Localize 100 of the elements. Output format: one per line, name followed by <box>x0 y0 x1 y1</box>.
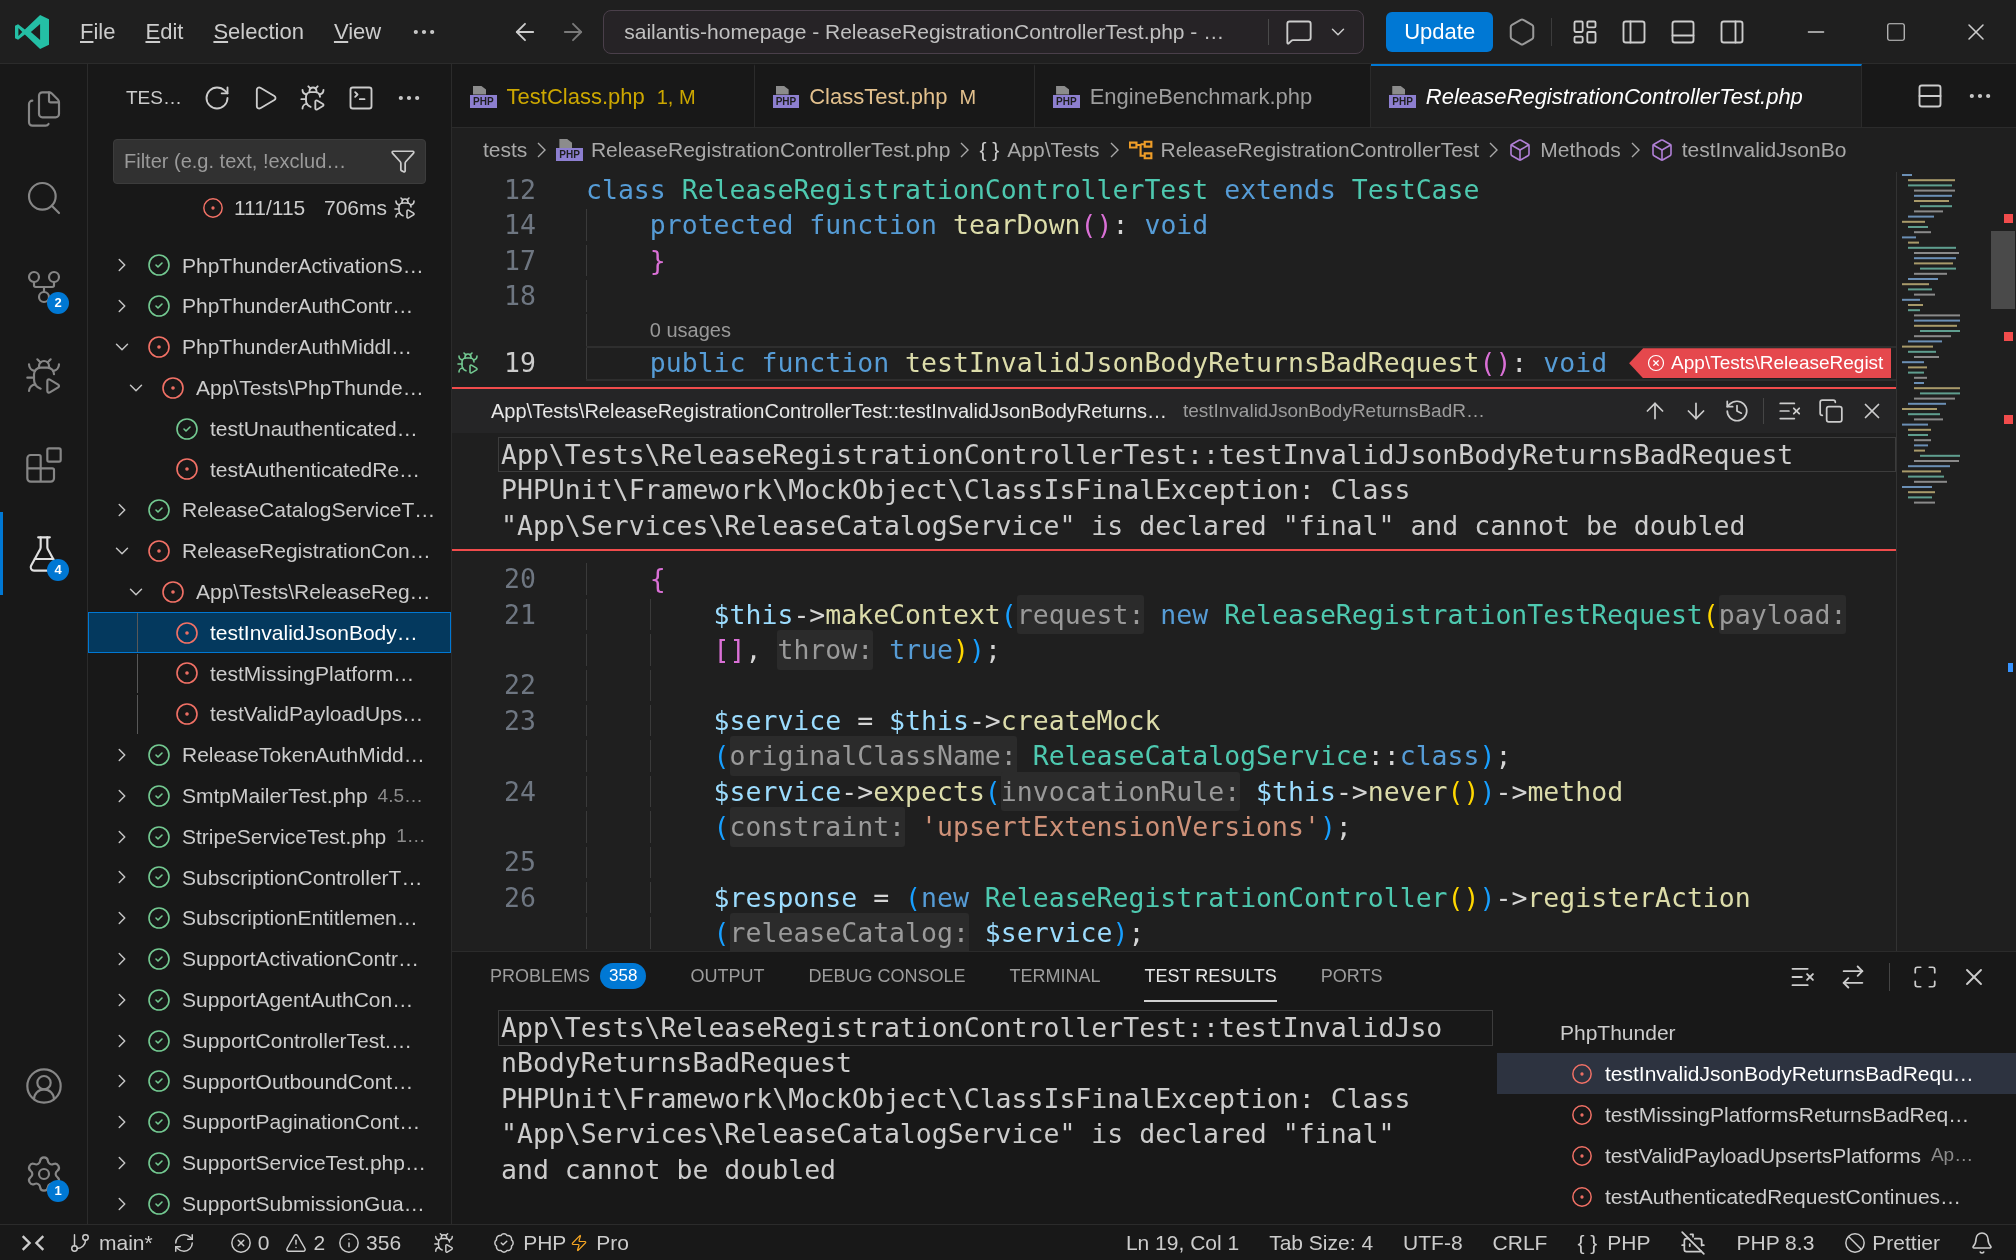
tree-item[interactable]: ReleaseTokenAuthMidd… <box>88 734 451 776</box>
tree-item[interactable]: PhpThunderAuthContr… <box>88 285 451 327</box>
tree-item[interactable]: testMissingPlatform… <box>88 652 451 694</box>
tree-item[interactable]: testAuthenticatedRe… <box>88 449 451 490</box>
line-number: 12 <box>504 172 536 207</box>
tree-item[interactable]: App\Tests\PhpThunde… <box>88 367 451 409</box>
result-description: Ap… <box>1930 1143 1974 1168</box>
tree-item[interactable]: ReleaseRegistrationCon… <box>88 530 451 572</box>
tree-item[interactable]: SupportActivationContr… <box>88 938 451 980</box>
panel-tab[interactable]: DEBUG CONSOLE <box>808 952 966 1002</box>
error-count[interactable]: 0 <box>257 1226 270 1259</box>
tree-item[interactable]: SupportControllerTest.… <box>88 1020 451 1061</box>
language-mode[interactable]: PHP <box>1607 1226 1651 1259</box>
remote-icon[interactable] <box>21 1233 45 1252</box>
menu-item[interactable]: Selection <box>198 9 319 54</box>
terminal-icon[interactable] <box>347 84 375 112</box>
tree-item[interactable]: SmtpMailerTest.php 4.5… <box>88 775 451 817</box>
breadcrumb-item[interactable]: ReleaseRegistrationControllerTest.php <box>590 134 951 166</box>
user-circle-icon[interactable] <box>23 1066 64 1106</box>
panel-tab[interactable]: TEST RESULTS <box>1144 952 1277 1002</box>
tree-item[interactable]: testUnauthenticated… <box>88 408 451 449</box>
result-item[interactable]: testAuthenticatedRequestContinues… <box>1497 1176 2016 1217</box>
result-item[interactable]: testMissingPlatformsReturnsBadReq… <box>1497 1094 2016 1135</box>
refresh-icon[interactable] <box>203 84 231 112</box>
file-status: 1, M <box>656 84 696 110</box>
status-item[interactable]: Ln 19, Col 1 <box>1125 1226 1240 1259</box>
codelens-link[interactable]: 0 usages <box>649 314 731 345</box>
line-number: 25 <box>504 845 536 880</box>
info-count[interactable]: 356 <box>366 1226 402 1259</box>
status-item[interactable]: Tab Size: 4 <box>1269 1226 1374 1259</box>
status-item[interactable]: PHP 8.3 <box>1736 1226 1815 1259</box>
bug-play-icon[interactable] <box>299 84 327 112</box>
tree-item[interactable]: SupportOutboundCont… <box>88 1060 451 1102</box>
error-message-text: App\Tests\ReleaseRegist <box>1671 351 1884 375</box>
tree-item[interactable]: testValidPayloadUps… <box>88 693 451 735</box>
tree-item[interactable]: SupportSubmissionGua… <box>88 1183 451 1224</box>
maximize-icon[interactable] <box>1885 20 1907 43</box>
bell-icon[interactable] <box>1970 1230 1994 1255</box>
bug-play-icon[interactable] <box>433 1231 456 1254</box>
result-item[interactable]: testValidPayloadUpsertsPlatforms Ap… <box>1497 1135 2016 1176</box>
tree-item[interactable]: testInvalidJsonBody… <box>88 612 451 653</box>
tree-item[interactable]: SubscriptionControllerT… <box>88 856 451 898</box>
warning-count[interactable]: 2 <box>313 1226 326 1259</box>
breadcrumb-item[interactable]: tests <box>483 134 528 166</box>
command-center[interactable]: sailantis-homepage - ReleaseRegistrationControllerTest.php - … <box>603 9 1365 54</box>
tree-item[interactable]: SubscriptionEntitlemen… <box>88 897 451 939</box>
info-icon <box>338 1231 361 1254</box>
menu-item[interactable]: View <box>318 9 397 54</box>
branch-icon[interactable] <box>69 1231 91 1254</box>
result-item[interactable]: testInvalidJsonBodyReturnsBadRequ… <box>1497 1053 2016 1094</box>
copy-icon[interactable] <box>1818 397 1844 424</box>
extension-label[interactable]: PHP <box>523 1226 567 1259</box>
output-line: PHPUnit\Framework\MockObject\ClassIsFinalException: Class <box>500 1081 1412 1116</box>
history-icon[interactable] <box>1724 397 1750 424</box>
blocks-icon[interactable] <box>23 444 64 485</box>
panel-tab[interactable]: OUTPUT <box>690 952 765 1002</box>
line-number: 24 <box>504 774 536 809</box>
update-button[interactable]: Update <box>1386 11 1494 52</box>
chevron-right-icon <box>1489 142 1499 158</box>
menu-item[interactable]: File <box>65 9 131 54</box>
code-text: } <box>649 244 666 277</box>
language-symbol: { } <box>1577 1229 1598 1256</box>
panel-tab[interactable]: PORTS <box>1320 952 1383 1002</box>
tree-item[interactable]: PhpThunderActivationS… <box>88 245 451 286</box>
branch-name[interactable]: main* <box>99 1226 153 1259</box>
breadcrumb-item[interactable]: testInvalidJsonBo <box>1681 134 1847 166</box>
status-item[interactable]: UTF-8 <box>1403 1226 1463 1259</box>
test-duration: 1… <box>396 824 426 849</box>
menu-item[interactable]: Edit <box>130 9 199 54</box>
tree-item[interactable]: App\Tests\ReleaseReg… <box>88 571 451 613</box>
tree-item[interactable]: SupportPaginationCont… <box>88 1101 451 1143</box>
badge-check-icon <box>493 1231 516 1254</box>
editor-tab[interactable]: PHP ReleaseRegistrationControllerTest.php <box>1371 64 1862 127</box>
sync-icon[interactable] <box>172 1231 195 1254</box>
tree-item[interactable]: ReleaseCatalogServiceT… <box>88 489 451 531</box>
app-logo-icon[interactable] <box>15 14 49 49</box>
bug-play-icon[interactable] <box>456 351 480 376</box>
filter-field[interactable]: Filter (e.g. text, !exclud… <box>113 139 426 184</box>
breadcrumb-item[interactable]: Methods <box>1540 134 1621 166</box>
breadcrumb-item[interactable]: App\Tests <box>1007 134 1100 166</box>
tree-item[interactable]: SupportAgentAuthCon… <box>88 979 451 1021</box>
maximize-icon[interactable] <box>1912 964 1938 990</box>
breadcrumb-item[interactable]: ReleaseRegistrationControllerTest <box>1160 134 1480 166</box>
extension-tier[interactable]: Pro <box>596 1226 629 1259</box>
bot-off-icon[interactable] <box>1680 1229 1707 1256</box>
line-number: 21 <box>504 597 536 632</box>
tree-item[interactable]: PhpThunderAuthMiddl… <box>88 326 451 368</box>
test-duration: 4.5… <box>377 783 423 808</box>
line-number: 23 <box>504 703 536 738</box>
tree-item[interactable]: StripeServiceTest.php 1… <box>88 816 451 857</box>
panel-tab[interactable]: PROBLEMS 358 <box>490 952 647 1002</box>
error-icon <box>1647 354 1666 373</box>
bug-play-icon[interactable] <box>393 196 417 220</box>
output-line: and cannot be doubled <box>500 1152 838 1187</box>
tree-item[interactable]: SupportServiceTest.php… <box>88 1142 451 1184</box>
status-item[interactable]: CRLF <box>1492 1226 1548 1259</box>
formatter-label[interactable]: Prettier <box>1872 1226 1940 1259</box>
error-message-bubble[interactable]: App\Tests\ReleaseRegist <box>1629 348 1892 379</box>
filter-icon[interactable] <box>390 148 416 174</box>
panel-tab[interactable]: TERMINAL <box>1009 952 1101 1002</box>
